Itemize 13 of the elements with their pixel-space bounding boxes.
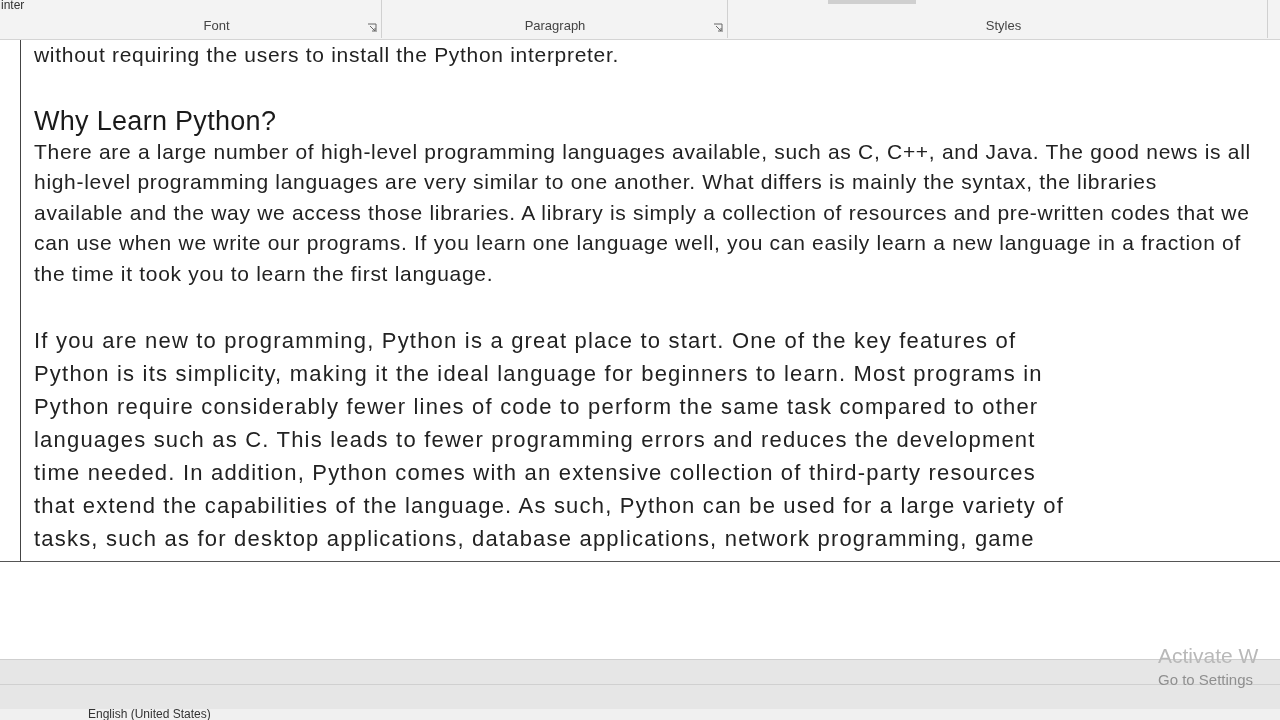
body-paragraph: without requiring the users to install the Python interpreter.	[34, 42, 621, 68]
ribbon-label: inter	[1, 0, 25, 12]
dialog-launcher-icon[interactable]	[367, 23, 377, 33]
activation-subtitle: Go to Settings	[1158, 670, 1255, 690]
body-paragraph: There are a large number of high-level programming languages available, such as C, C++, and Java. The good news is all high-level programming languages are very similar to one another. What differs is mainly the syntax, the libraries available and the way we access those libraries. A library is simply a collection of resources and pre-written codes that we can use when we write our programs. If you learn one language well, you can easily learn a new language in a fraction of the time it took you to learn the first language.	[34, 138, 1252, 287]
group-label: Paragraph	[524, 16, 586, 35]
body-paragraph: If you are new to programming, Python is a great place to start. One of the key features of Python is its simplicity, making it the ideal language for beginners to learn. Most programs in Python require considerably fewer lines of code to perform the same task compared to other languages such as C. This leads to fewer programming errors and reduces the development time needed. In addition, Python comes with an extensive collection of third-party resources that extend the capabilities of the language. As such, Python can be used for a large variety of tasks, such as for desktop applications, database applications, network programming, game	[34, 327, 1065, 553]
group-label: Font	[203, 16, 230, 35]
language-indicator: English (United States)	[88, 709, 211, 720]
dialog-launcher-icon[interactable]	[713, 23, 723, 33]
section-heading: Why Learn Python?	[34, 104, 278, 137]
group-label: Styles	[985, 16, 1022, 35]
activation-title: Activate W	[1158, 643, 1259, 669]
